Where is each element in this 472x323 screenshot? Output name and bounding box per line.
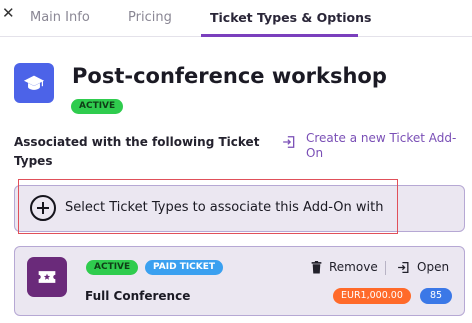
select-ticket-types-label: Select Ticket Types to associate this Ad…: [65, 200, 384, 215]
enter-icon: [397, 261, 410, 274]
enter-icon: [282, 131, 296, 161]
tab-pricing[interactable]: Pricing: [128, 10, 172, 25]
tab-main-info[interactable]: Main Info: [30, 10, 90, 25]
select-ticket-types-button[interactable]: Select Ticket Types to associate this Ad…: [14, 185, 465, 232]
tab-ticket-types-options[interactable]: Ticket Types & Options: [210, 10, 371, 25]
ticket-status-badge: ACTIVE: [86, 260, 139, 275]
price-badge: EUR1,000.00: [333, 288, 411, 304]
status-badge: ACTIVE: [71, 99, 124, 114]
trash-icon: [311, 260, 322, 274]
active-tab-indicator: [201, 34, 358, 37]
ticket-icon: [27, 257, 67, 297]
open-button[interactable]: Open: [397, 260, 449, 274]
tab-bar: ✕ Main Info Pricing Ticket Types & Optio…: [0, 0, 472, 37]
create-ticket-addon-link[interactable]: Create a new Ticket Add-On: [282, 131, 466, 161]
close-icon[interactable]: ✕: [2, 4, 15, 22]
page-title: Post-conference workshop: [72, 64, 387, 88]
open-label: Open: [417, 260, 450, 274]
count-badge: 85: [420, 288, 452, 304]
ticket-name: Full Conference: [85, 289, 191, 303]
remove-label: Remove: [329, 260, 378, 274]
ticket-type-card: ACTIVE PAID TICKET Full Conference Remov…: [14, 246, 465, 316]
plus-circle-icon: [30, 195, 56, 221]
action-divider: [385, 261, 386, 275]
graduation-cap-icon: [14, 63, 54, 103]
remove-button[interactable]: Remove: [311, 260, 378, 274]
ticket-type-badge: PAID TICKET: [145, 260, 224, 275]
create-ticket-addon-label: Create a new Ticket Add-On: [306, 131, 457, 160]
associations-heading: Associated with the following Ticket Typ…: [14, 135, 260, 168]
